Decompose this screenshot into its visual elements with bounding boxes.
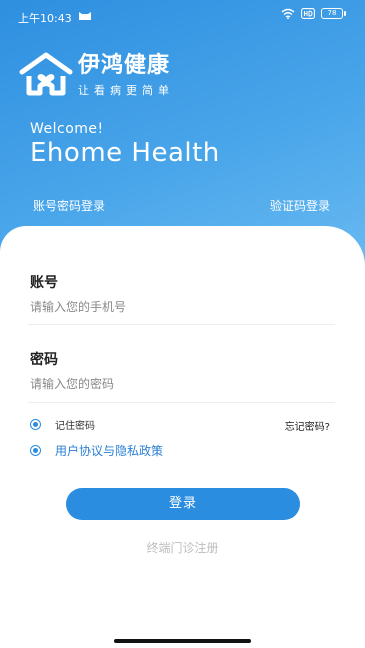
login-button[interactable]: 登录 (66, 488, 300, 520)
status-time: 上午10:43 (18, 12, 72, 25)
remember-label: 记住密码 (55, 421, 95, 432)
tab-code-login[interactable]: 验证码登录 (270, 197, 330, 214)
forgot-password-link[interactable]: 忘记密码? (285, 418, 330, 433)
welcome-text: Welcome! (30, 121, 104, 137)
remember-radio[interactable] (30, 419, 41, 430)
agreement-radio[interactable] (30, 445, 41, 456)
brand-slogan: 让看病更简单 (78, 84, 174, 97)
house-heart-logo-icon (19, 52, 73, 96)
cat-icon (79, 12, 91, 20)
register-link[interactable]: 终端门诊注册 (0, 539, 365, 556)
account-label: 账号 (30, 275, 58, 291)
remember-password-option[interactable]: 记住密码 (30, 417, 95, 432)
password-divider (28, 402, 335, 403)
account-input[interactable] (30, 295, 335, 319)
battery-icon: 78 (321, 8, 346, 19)
tab-password-login[interactable]: 账号密码登录 (33, 197, 105, 214)
account-divider (28, 324, 335, 325)
agreement-link[interactable]: 用户协议与隐私政策 (55, 442, 163, 459)
agreement-option[interactable]: 用户协议与隐私政策 (30, 442, 163, 459)
status-bar: 上午10:43 78 (0, 0, 365, 34)
battery-level: 78 (327, 9, 337, 17)
status-icons: 78 (281, 8, 346, 19)
password-input[interactable] (30, 372, 335, 396)
app-title: Ehome Health (30, 138, 220, 168)
hd-icon (301, 8, 315, 19)
radio-dot-icon (33, 448, 38, 453)
password-label: 密码 (30, 352, 58, 368)
wifi-icon (281, 8, 295, 19)
home-indicator[interactable] (114, 639, 251, 643)
brand-name: 伊鸿健康 (78, 53, 171, 78)
brand-logo: 伊鸿健康 让看病更简单 (18, 52, 174, 98)
radio-dot-icon (33, 422, 38, 427)
